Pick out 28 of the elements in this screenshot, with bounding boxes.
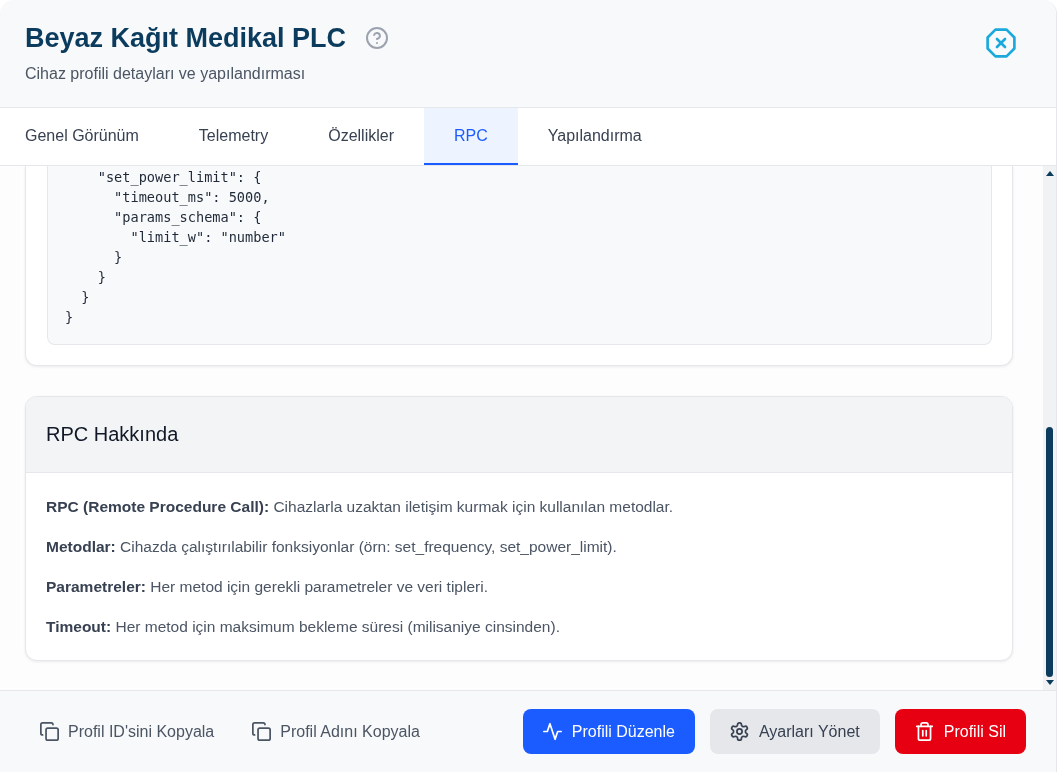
info-paragraph: Parametreler: Her metod için gerekli parametreler ve veri tipleri. — [46, 577, 489, 597]
code-block: "set_power_limit": { "timeout_ms": 5000, "params_schema": { "limit_w": "number" } } } } — [47, 166, 992, 345]
edit-profile-button[interactable]: Profili Düzenle — [522, 709, 695, 754]
tab[interactable]: RPC — [424, 108, 518, 165]
scrollbar-thumb[interactable] — [1046, 427, 1053, 677]
copy-link[interactable]: Profil ID'sini Kopyala — [40, 722, 215, 741]
copy-link[interactable]: Profil Adını Kopyala — [252, 722, 420, 741]
info-card-title: RPC Hakkında — [46, 423, 179, 446]
scrollbar-track[interactable] — [1043, 166, 1056, 690]
manage-settings-button[interactable]: Ayarları Yönet — [709, 709, 880, 754]
modal-subtitle: Cihaz profili detayları ve yapılandırması — [25, 64, 307, 84]
scroll-down-icon[interactable] — [1045, 680, 1054, 685]
modal-title: Beyaz Kağıt Medikal PLC — [25, 22, 347, 54]
close-icon[interactable] — [986, 28, 1016, 58]
tab[interactable]: Genel Görünüm — [0, 108, 169, 165]
copy-icon — [252, 722, 272, 741]
tab[interactable]: Telemetry — [168, 108, 299, 165]
tab[interactable]: Yapılandırma — [517, 108, 672, 165]
copy-icon — [40, 722, 59, 741]
trash-icon — [914, 722, 934, 741]
tab[interactable]: Özellikler — [298, 108, 424, 165]
gear-icon — [729, 722, 749, 741]
info-paragraph: Timeout: Her metod için maksimum bekleme süresi (milisaniye cinsinden). — [46, 617, 561, 637]
pulse-icon — [542, 722, 562, 741]
delete-profile-button[interactable]: Profili Sil — [894, 709, 1026, 754]
info-paragraph: RPC (Remote Procedure Call): Cihazlarla uzaktan iletişim kurmak için kullanılan metodlar. — [46, 497, 675, 517]
scroll-up-icon[interactable] — [1045, 171, 1054, 176]
info-paragraph: Metodlar: Cihazda çalıştırılabilir fonksiyonlar (örn: set_frequency, set_power_limit). — [46, 537, 618, 557]
